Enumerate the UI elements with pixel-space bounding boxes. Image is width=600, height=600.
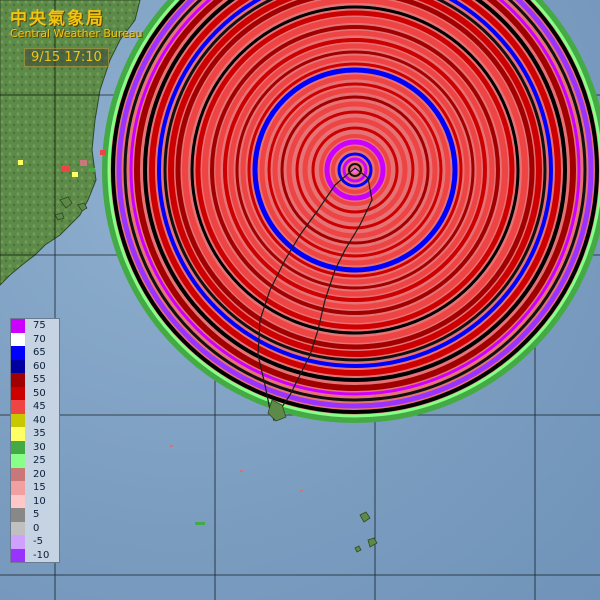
legend-label: 35 xyxy=(33,428,46,439)
legend-label: -10 xyxy=(33,549,50,561)
timestamp: 9/15 17:10 xyxy=(24,48,109,67)
legend-swatch xyxy=(11,535,25,549)
legend-swatch xyxy=(11,454,25,468)
legend-row: 10 xyxy=(11,494,59,508)
legend-swatch xyxy=(11,548,25,562)
legend-swatch xyxy=(11,386,25,400)
legend-label: 0 xyxy=(33,522,40,534)
legend-swatch xyxy=(11,373,25,387)
legend-row: 55 xyxy=(11,373,59,387)
legend-row: 70 xyxy=(11,332,59,346)
legend-label: 60 xyxy=(33,360,46,372)
legend-swatch xyxy=(11,494,25,508)
legend-label: 10 xyxy=(33,495,46,507)
legend-label: 30 xyxy=(33,441,46,453)
legend-row: 35 xyxy=(11,427,59,441)
legend-row: 60 xyxy=(11,359,59,373)
legend-swatch xyxy=(11,481,25,495)
legend-swatch xyxy=(11,467,25,481)
legend-row: 5 xyxy=(11,508,59,522)
southern-islands xyxy=(354,511,378,553)
legend-swatch xyxy=(11,440,25,454)
legend-label: 55 xyxy=(33,374,46,385)
legend-row: 30 xyxy=(11,440,59,454)
legend-swatch xyxy=(11,346,25,360)
legend-swatch xyxy=(11,521,25,535)
legend-swatch xyxy=(11,427,25,441)
legend-row: 0 xyxy=(11,521,59,535)
legend-row: 15 xyxy=(11,481,59,495)
legend-swatch xyxy=(11,359,25,373)
legend-label: 65 xyxy=(33,347,46,358)
legend-swatch xyxy=(11,508,25,522)
legend-row: 75 xyxy=(11,319,59,333)
legend-row: 40 xyxy=(11,413,59,427)
legend-row: -10 xyxy=(11,548,59,562)
radar-map: 中央氣象局 Central Weather Bureau 9/15 17:10 … xyxy=(0,0,600,600)
legend-swatch xyxy=(11,400,25,414)
legend-row: 45 xyxy=(11,400,59,414)
legend-swatch xyxy=(11,332,25,346)
legend-row: 25 xyxy=(11,454,59,468)
legend-label: 70 xyxy=(33,333,46,345)
bureau-name-chinese: 中央氣象局 xyxy=(10,9,105,29)
legend-label: 75 xyxy=(33,320,46,331)
legend-row: 20 xyxy=(11,467,59,481)
legend-row: -5 xyxy=(11,535,59,549)
radar-echo-rings xyxy=(102,0,600,423)
bureau-name-english: Central Weather Bureau xyxy=(10,27,143,40)
legend-swatch xyxy=(11,413,25,427)
legend-label: 25 xyxy=(33,455,46,466)
map-canvas xyxy=(0,0,600,600)
bureau-title: 中央氣象局 Central Weather Bureau xyxy=(10,4,143,40)
dbz-color-legend: 75 70 65 60 55 50 45 40 35 30 25 20 15 10 5 0 -5 -10 xyxy=(10,318,60,563)
legend-row: 50 xyxy=(11,386,59,400)
legend-label: 15 xyxy=(33,482,46,493)
legend-label: 45 xyxy=(33,401,46,412)
legend-row: 65 xyxy=(11,346,59,360)
legend-label: 20 xyxy=(33,468,46,480)
legend-label: -5 xyxy=(33,536,43,547)
legend-label: 40 xyxy=(33,414,46,426)
legend-swatch xyxy=(11,319,25,333)
legend-label: 50 xyxy=(33,387,46,399)
legend-label: 5 xyxy=(33,509,40,520)
